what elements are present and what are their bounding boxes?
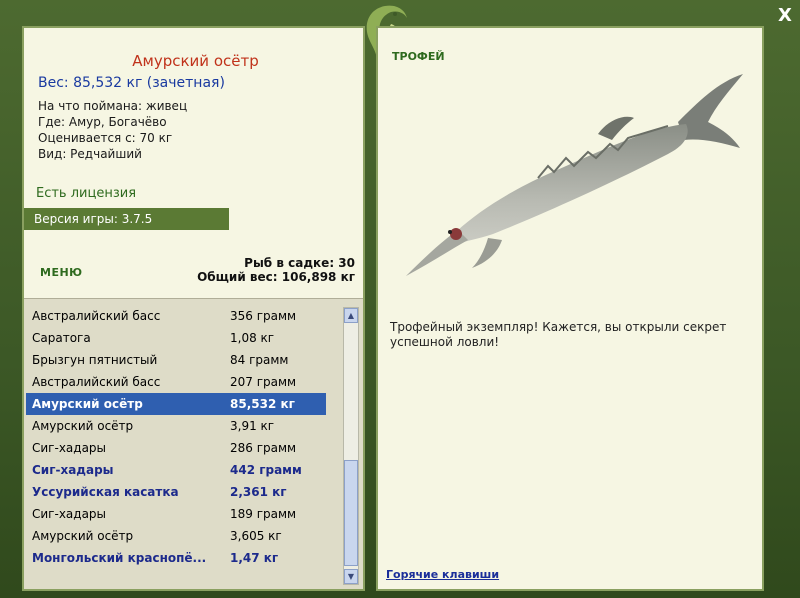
scroll-up-icon: ▲ [347,311,355,320]
catch-fish-name: Монгольский краснопё... [32,551,207,565]
catch-list-scrollbar[interactable]: ▲ ▼ [343,307,359,585]
valued-info: Оценивается с: 70 кг [38,131,173,145]
catch-fish-weight: 2,361 кг [230,485,287,499]
catch-list-row[interactable]: Амурский осётр 85,532 кг [26,393,326,415]
place-info: Где: Амур, Богачёво [38,115,167,129]
catch-fish-name: Сиг-хадары [32,463,114,477]
catch-list-row[interactable]: Уссурийская касатка 2,361 кг [26,481,326,503]
trophy-fish-image [406,74,743,276]
catch-fish-weight: 1,08 кг [230,331,275,345]
catch-list-row[interactable]: Австралийский басс 207 грамм [26,371,326,393]
menu-button[interactable]: МЕНЮ [40,266,83,279]
catch-list-row[interactable]: Сиг-хадары 442 грамм [26,459,326,481]
close-icon: X [778,5,792,26]
keepnet-total-weight: Общий вес: 106,898 кг [197,270,355,284]
scroll-down-button[interactable]: ▼ [344,569,358,584]
fish-weight: Вес: 85,532 кг (зачетная) [38,75,225,91]
catch-list-row[interactable]: Саратога 1,08 кг [26,327,326,349]
keepnet-count: Рыб в садке: 30 [244,256,355,270]
catch-fish-weight: 286 грамм [230,441,297,455]
catch-list-row[interactable]: Сиг-хадары 189 грамм [26,503,326,525]
license-status: Есть лицензия [36,186,137,201]
catch-fish-name: Амурский осётр [32,529,134,543]
trophy-description: Трофейный экземпляр! Кажется, вы открыли… [390,320,727,349]
catch-list-row[interactable]: Сиг-хадары 286 грамм [26,437,326,459]
catch-fish-weight: 356 грамм [230,309,297,323]
catch-fish-weight: 3,605 кг [230,529,282,543]
catch-list-row[interactable]: Амурский осётр 3,605 кг [26,525,326,547]
catch-fish-name: Брызгун пятнистый [32,353,158,367]
catch-fish-name: Сиг-хадары [32,507,107,521]
catch-fish-weight: 207 грамм [230,375,297,389]
scroll-up-button[interactable]: ▲ [344,308,358,323]
catch-fish-name: Саратога [32,331,91,345]
catch-fish-weight: 84 грамм [230,353,289,367]
catch-fish-weight: 1,47 кг [230,551,279,565]
keepnet-summary: Рыб в садке: 30 Общий вес: 106,898 кг [197,256,355,284]
catch-list: Австралийский басс 356 грамм Саратога 1,08 … [24,298,363,589]
kind-info: Вид: Редчайший [38,147,142,161]
catch-list-row[interactable]: Амурский осётр 3,91 кг [26,415,326,437]
trophy-panel: ТРОФЕЙ Трофейный экземпляр! Кажется, вы … [376,26,764,591]
close-button[interactable]: X [776,6,794,26]
catch-list-row[interactable]: Австралийский басс 356 грамм [26,305,326,327]
scroll-down-icon: ▼ [347,572,355,581]
catch-list-row[interactable]: Монгольский краснопё... 1,47 кг [26,547,326,569]
catch-fish-weight: 442 грамм [230,463,302,477]
hotkeys-link[interactable]: Горячие клавиши [386,568,499,581]
scrollbar-thumb[interactable] [344,460,358,566]
catch-fish-name: Сиг-хадары [32,441,107,455]
catch-fish-name: Уссурийская касатка [32,485,179,499]
catch-fish-weight: 85,532 кг [230,397,295,411]
catch-fish-name: Амурский осётр [32,419,134,433]
catch-list-row[interactable]: Брызгун пятнистый 84 грамм [26,349,326,371]
catch-fish-name: Австралийский басс [32,375,161,389]
bait-info: На что поймана: живец [38,99,188,113]
catch-fish-name: Амурский осётр [32,397,143,411]
catch-fish-weight: 3,91 кг [230,419,275,433]
catch-fish-name: Австралийский басс [32,309,161,323]
catch-fish-weight: 189 грамм [230,507,297,521]
fish-info-panel: Амурский осётр Вес: 85,532 кг (зачетная)… [22,26,365,591]
fish-name-title: Амурский осётр [132,52,259,70]
version-bar: Версия игры: 3.7.5 [24,208,229,230]
